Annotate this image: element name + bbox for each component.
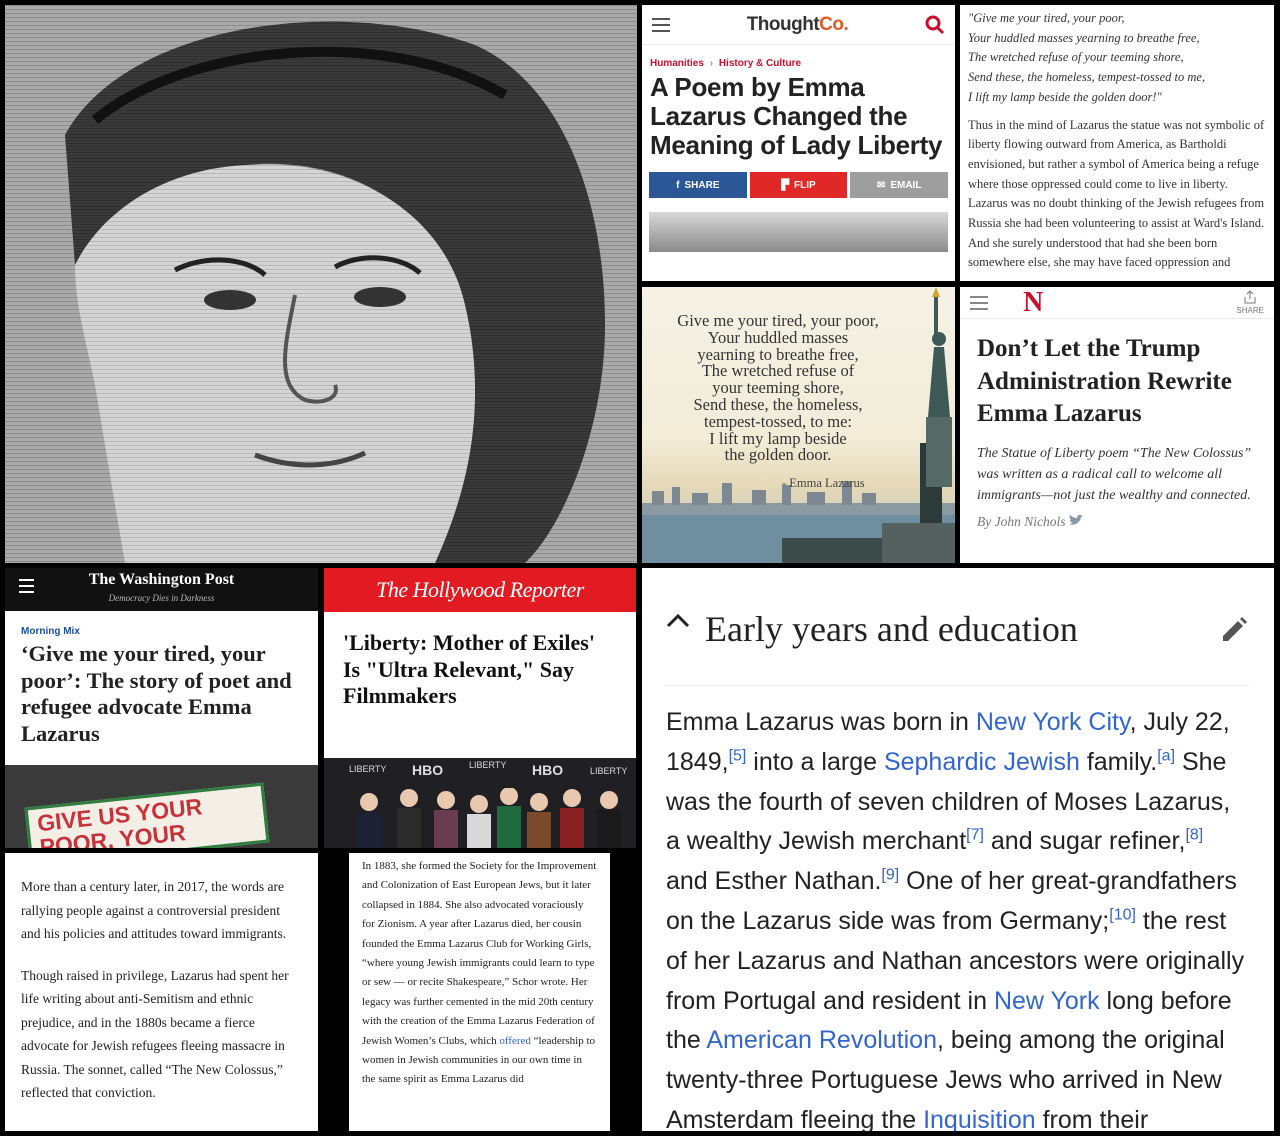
link-new-york-city[interactable]: New York City	[976, 708, 1130, 736]
article-dek: The Statue of Liberty poem “The New Colo…	[977, 445, 1252, 503]
hbo-logo: HBO	[532, 762, 564, 778]
link-sephardic-jewish[interactable]: Sephardic Jewish	[884, 748, 1080, 776]
poem-line: the golden door.	[724, 445, 832, 465]
citation-10[interactable]: [10]	[1109, 907, 1136, 924]
poem-line: The wretched refuse of your teeming shor…	[968, 50, 1184, 65]
nation-article-panel: N SHARE Don’t Let the Trump Administrati…	[960, 287, 1274, 563]
hamburger-menu-icon[interactable]	[652, 17, 670, 32]
hollywood-reporter-logo[interactable]: The Hollywood Reporter	[324, 568, 636, 612]
link-american-revolution[interactable]: American Revolution	[706, 1026, 937, 1054]
poem-verse: Give me your tired, your poor, Your hudd…	[642, 312, 914, 465]
facebook-icon: f	[676, 179, 680, 191]
poem-quote-image: Give me your tired, your poor, Your hudd…	[642, 287, 955, 563]
author-name[interactable]: By John Nichols	[977, 514, 1065, 529]
article-title: A Poem by Emma Lazarus Changed the Meani…	[650, 72, 943, 160]
section-kicker[interactable]: Morning Mix	[5, 611, 318, 637]
body-text: Emma Lazarus was born in	[666, 708, 976, 736]
body-text: and Esther Nathan.	[666, 867, 882, 896]
email-icon: ✉	[876, 179, 886, 191]
nation-header: N SHARE	[960, 287, 1274, 319]
share-icon	[1244, 290, 1256, 304]
statue-of-liberty-icon	[926, 287, 952, 487]
backdrop-text: LIBERTY	[469, 760, 507, 770]
facebook-share-button[interactable]: f SHARE	[649, 172, 747, 198]
wikipedia-section-panel: Early years and education Emma Lazarus w…	[642, 568, 1274, 1131]
paragraph-text: In 1883, she formed the Society for the …	[362, 860, 597, 1047]
share-label: SHARE	[1236, 306, 1264, 315]
link-new-york[interactable]: New York	[994, 987, 1100, 1015]
body-text: into a large	[746, 747, 884, 776]
group-of-people-image	[357, 788, 621, 848]
note-a[interactable]: [a]	[1157, 747, 1175, 764]
citation-5[interactable]: [5]	[729, 747, 747, 764]
hamburger-menu-icon[interactable]	[970, 295, 988, 310]
washington-post-header: The Washington Post Democracy Dies in Da…	[5, 568, 318, 611]
breadcrumb-history-culture[interactable]: History & Culture	[719, 58, 801, 69]
article-text-panel: More than a century later, in 2017, the …	[5, 853, 318, 1131]
article-text-panel-2: In 1883, she formed the Society for the …	[349, 853, 610, 1131]
backdrop-text: LIBERTY	[349, 764, 387, 774]
citation-8[interactable]: [8]	[1185, 827, 1203, 844]
protest-sign: GIVE US YOUR POOR, YOUR	[24, 782, 270, 848]
section-header[interactable]: Early years and education	[666, 568, 1250, 686]
poem-line: Send these, the homeless, tempest-tossed…	[968, 70, 1206, 85]
share-bar: f SHARE ▛ FLIP ✉ EMAIL	[642, 160, 955, 198]
breadcrumb: Humanities › History & Culture	[642, 45, 955, 69]
poem-excerpt-panel: "Give me your tired, your poor, Your hud…	[960, 5, 1274, 281]
article-paragraph: More than a century later, in 2017, the …	[21, 879, 287, 941]
edit-pencil-icon[interactable]	[1220, 616, 1248, 644]
flipboard-icon: ▛	[781, 179, 790, 191]
link-inquisition[interactable]: Inquisition	[923, 1106, 1036, 1131]
search-icon[interactable]	[925, 15, 945, 35]
article-paragraph: Thus in the mind of Lazarus the statue w…	[968, 117, 1265, 270]
breadcrumb-humanities[interactable]: Humanities	[650, 58, 704, 69]
citation-7[interactable]: [7]	[966, 827, 984, 844]
premiere-photo: LIBERTY HBO LIBERTY HBO LIBERTY	[324, 758, 636, 848]
backdrop-text: LIBERTY	[590, 766, 628, 776]
poem-quote: "Give me your tired, your poor, Your hud…	[968, 9, 1266, 108]
poem-author: - Emma Lazarus	[782, 476, 865, 490]
poem-line: I lift my lamp beside the golden door!"	[968, 89, 1162, 104]
section-heading: Early years and education	[705, 609, 1078, 649]
section-body: Emma Lazarus was born in New York City, …	[642, 686, 1274, 1131]
body-text: from their	[1035, 1105, 1149, 1131]
article-paragraph: Though raised in privilege, Lazarus had …	[21, 967, 289, 1101]
washington-post-logo[interactable]: The Washington Post	[5, 571, 318, 589]
poem-line: "Give me your tired, your poor,	[968, 11, 1125, 25]
thoughtco-header: ThoughtCo.	[642, 5, 955, 45]
thoughtco-article-panel: ThoughtCo. Humanities › History & Cultur…	[642, 5, 955, 281]
protest-sign-photo: GIVE US YOUR POOR, YOUR	[5, 765, 318, 848]
byline: By John Nichols	[960, 506, 1274, 530]
article-paragraph: In 1883, she formed the Society for the …	[362, 857, 597, 1090]
flipboard-share-button[interactable]: ▛ FLIP	[749, 172, 848, 198]
email-share-button[interactable]: ✉ EMAIL	[850, 172, 949, 198]
emma-lazarus-portrait	[5, 5, 637, 563]
collapse-caret-icon[interactable]	[666, 612, 690, 628]
hbo-logo: HBO	[412, 762, 444, 778]
offered-link[interactable]: offered	[499, 1035, 531, 1047]
hollywood-reporter-article-panel: The Hollywood Reporter 'Liberty: Mother …	[324, 568, 636, 848]
body-text: and sugar refiner,	[983, 827, 1186, 856]
poem-line: Your huddled masses yearning to breathe …	[968, 30, 1200, 45]
article-title: Don’t Let the Trump Administration Rewri…	[977, 335, 1232, 427]
portrait-panel	[5, 5, 637, 563]
article-title: ‘Give me your tired, your poor’: The sto…	[21, 641, 292, 746]
nation-logo[interactable]: N	[1023, 287, 1043, 319]
hollywood-reporter-header: The Hollywood Reporter	[324, 568, 636, 612]
breadcrumb-separator: ›	[709, 58, 714, 69]
twitter-icon[interactable]	[1068, 514, 1083, 526]
washington-post-article-panel: The Washington Post Democracy Dies in Da…	[5, 568, 318, 848]
share-button[interactable]: SHARE	[1236, 290, 1264, 315]
article-hero-image	[649, 212, 948, 252]
article-title: 'Liberty: Mother of Exiles' Is "Ultra Re…	[343, 630, 595, 708]
tagline: Democracy Dies in Darkness	[108, 593, 215, 603]
body-text: family.	[1079, 747, 1158, 776]
citation-9[interactable]: [9]	[881, 867, 899, 884]
thoughtco-logo[interactable]: ThoughtCo.	[747, 14, 849, 36]
